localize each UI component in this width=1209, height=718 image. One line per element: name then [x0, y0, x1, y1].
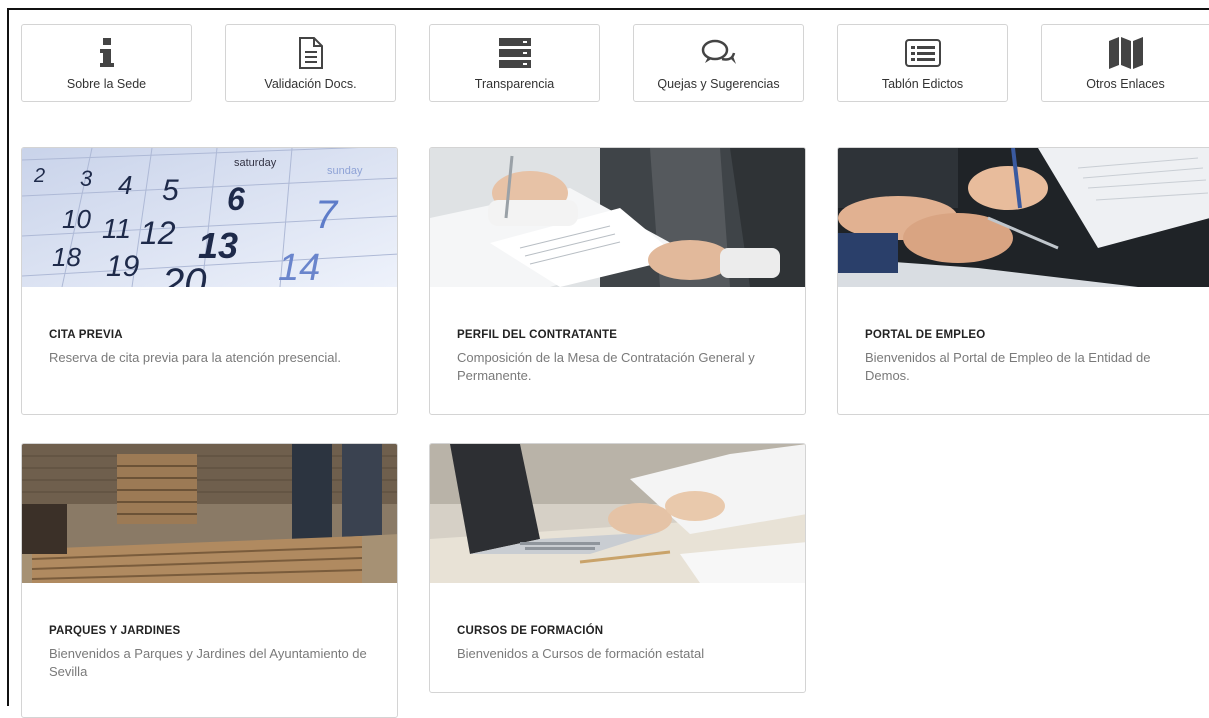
quick-link-label: Quejas y Sugerencias	[657, 77, 780, 91]
card-title: PORTAL DE EMPLEO	[865, 329, 986, 341]
svg-text:saturday: saturday	[234, 157, 277, 169]
quick-link-label: Validación Docs.	[264, 77, 357, 91]
svg-text:18: 18	[52, 242, 81, 272]
svg-text:19: 19	[106, 250, 140, 283]
card-description: Reserva de cita previa para la atención …	[49, 350, 341, 365]
svg-text:4: 4	[118, 170, 132, 200]
quick-link-label: Sobre la Sede	[66, 77, 147, 91]
card-cursos-formacion[interactable]: CURSOS DE FORMACIÓN Bienvenidos a Cursos…	[429, 443, 806, 693]
card-description: Bienvenidos al Portal de Empleo de la En…	[865, 350, 1151, 383]
card-description: Bienvenidos a Cursos de formación estata…	[457, 646, 705, 661]
card-title: CURSOS DE FORMACIÓN	[457, 625, 604, 637]
chat-bubbles-icon	[634, 33, 803, 73]
quick-link-tablon-edictos[interactable]: Tablón Edictos	[837, 24, 1008, 102]
quick-link-label: Tablón Edictos	[881, 77, 964, 91]
svg-text:20: 20	[161, 261, 207, 287]
card-cita-previa[interactable]: saturday sunday 2 3 4 5 6 7 10 11 12 13 …	[21, 147, 398, 415]
park-bench-image	[22, 444, 397, 583]
card-description: Composición de la Mesa de Contratación G…	[457, 350, 755, 383]
svg-text:10: 10	[62, 204, 91, 234]
quick-link-transparencia[interactable]: Transparencia	[429, 24, 600, 102]
svg-text:11: 11	[102, 213, 131, 244]
svg-text:5: 5	[162, 174, 179, 207]
card-perfil-contratante[interactable]: PERFIL DEL CONTRATANTE Composición de la…	[429, 147, 806, 415]
map-icon	[1042, 33, 1209, 73]
business-documents-image	[430, 148, 805, 287]
list-board-icon	[838, 33, 1007, 73]
svg-text:12: 12	[140, 215, 176, 251]
calendar-image: saturday sunday 2 3 4 5 6 7 10 11 12 13 …	[22, 148, 397, 287]
card-title: CITA PREVIA	[49, 329, 123, 341]
svg-text:3: 3	[80, 166, 93, 191]
card-portal-empleo[interactable]: PORTAL DE EMPLEO Bienvenidos al Portal d…	[837, 147, 1209, 415]
card-title: PERFIL DEL CONTRATANTE	[457, 329, 618, 341]
card-description: Bienvenidos a Parques y Jardines del Ayu…	[49, 646, 367, 679]
quick-link-quejas-sugerencias[interactable]: Quejas y Sugerencias	[633, 24, 804, 102]
quick-link-validacion-docs[interactable]: Validación Docs.	[225, 24, 396, 102]
quick-link-otros-enlaces[interactable]: Otros Enlaces	[1041, 24, 1209, 102]
info-icon	[22, 33, 191, 73]
svg-text:2: 2	[33, 165, 45, 187]
svg-text:14: 14	[278, 247, 320, 287]
handshake-papers-image	[838, 148, 1209, 287]
svg-text:sunday: sunday	[327, 165, 363, 177]
card-title: PARQUES Y JARDINES	[49, 625, 181, 637]
document-icon	[226, 33, 395, 73]
svg-text:7: 7	[315, 193, 339, 237]
server-icon	[430, 33, 599, 73]
card-parques-jardines[interactable]: PARQUES Y JARDINES Bienvenidos a Parques…	[21, 443, 398, 718]
quick-link-label: Otros Enlaces	[1086, 77, 1165, 91]
laptop-image	[430, 444, 805, 583]
svg-text:13: 13	[198, 225, 238, 266]
svg-text:6: 6	[227, 181, 245, 217]
quick-link-sobre-la-sede[interactable]: Sobre la Sede	[21, 24, 192, 102]
quick-link-label: Transparencia	[474, 77, 555, 91]
